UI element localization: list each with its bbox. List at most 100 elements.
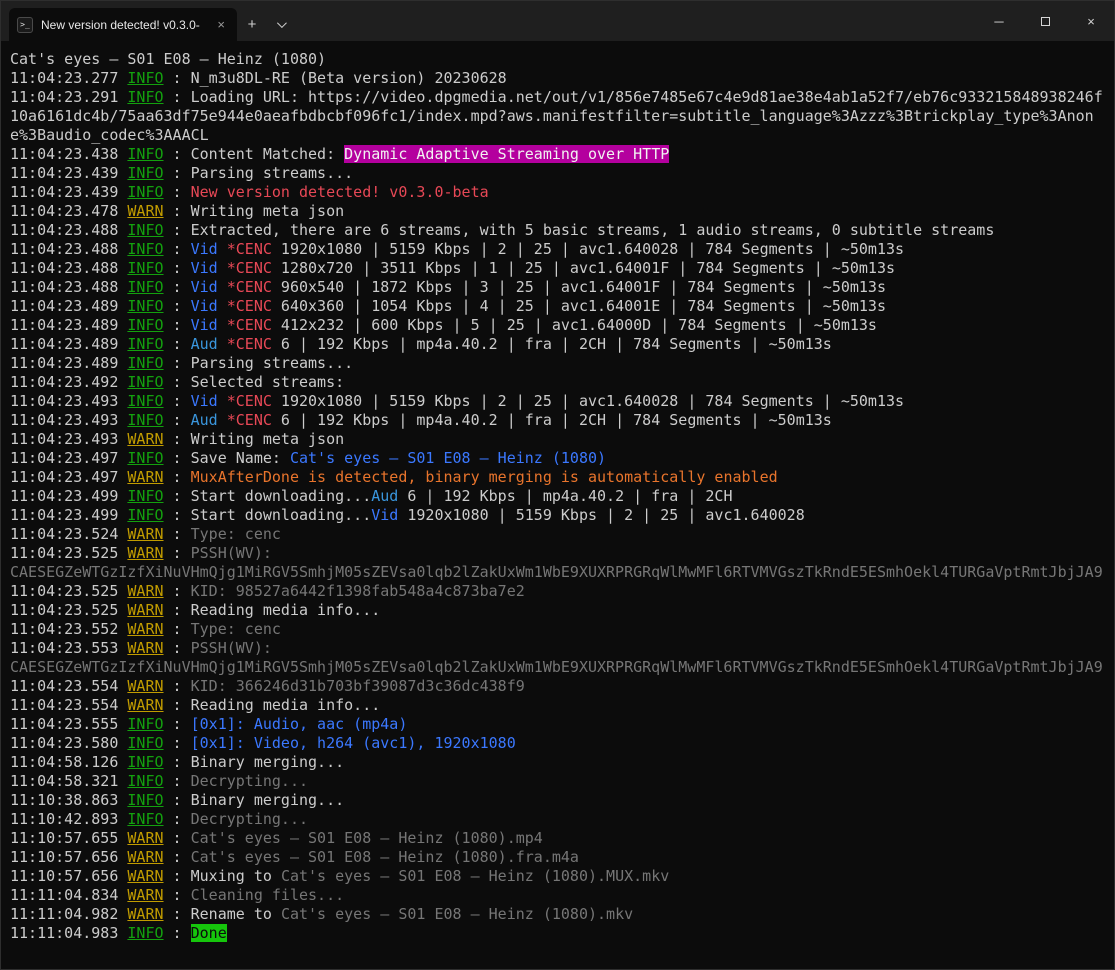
- log-segment: Type: cenc: [191, 620, 281, 638]
- log-segment: 11:10:57.656: [10, 848, 127, 866]
- log-line: 11:04:23.478 WARN : Writing meta json: [10, 202, 1106, 221]
- log-segment: 11:04:23.488: [10, 259, 127, 277]
- log-segment: Cat's eyes – S01 E08 – Heinz (1080).fra.…: [191, 848, 579, 866]
- minimize-button[interactable]: ─: [976, 1, 1022, 41]
- log-segment: : Parsing streams...: [164, 354, 354, 372]
- log-segment: 11:04:23.488: [10, 221, 127, 239]
- log-line: 11:10:38.863 INFO : Binary merging...: [10, 791, 1106, 810]
- terminal-output[interactable]: Cat's eyes – S01 E08 – Heinz (1080)11:04…: [1, 41, 1114, 969]
- log-segment: INFO: [127, 392, 163, 410]
- log-segment: Vid: [191, 259, 218, 277]
- log-segment: 11:04:23.499: [10, 506, 127, 524]
- log-segment: *CENC: [227, 411, 272, 429]
- log-segment: INFO: [127, 183, 163, 201]
- log-segment: 11:04:23.489: [10, 354, 127, 372]
- log-segment: :: [164, 734, 191, 752]
- log-segment: :: [164, 316, 191, 334]
- log-segment: Aud: [371, 487, 398, 505]
- log-segment: Dynamic Adaptive Streaming over HTTP: [344, 145, 669, 163]
- log-segment: 960x540 | 1872 Kbps | 3 | 25 | avc1.6400…: [272, 278, 886, 296]
- log-segment: :: [164, 297, 191, 315]
- log-segment: KID: 98527a6442f1398fab548a4c873ba7e2: [191, 582, 525, 600]
- log-line: 11:04:23.524 WARN : Type: cenc: [10, 525, 1106, 544]
- log-segment: INFO: [127, 715, 163, 733]
- log-line: 11:04:23.525 WARN : KID: 98527a6442f1398…: [10, 582, 1106, 601]
- log-segment: Vid: [191, 297, 218, 315]
- log-line: 11:04:58.321 INFO : Decrypting...: [10, 772, 1106, 791]
- log-segment: :: [164, 829, 191, 847]
- log-segment: :: [164, 278, 191, 296]
- tab-close-icon[interactable]: ×: [213, 16, 229, 33]
- log-segment: CAESEGZeWTGzIzfXiNuVHmQjg1MiRGV5SmhjM05s…: [10, 658, 1103, 676]
- log-segment: : Binary merging...: [164, 791, 345, 809]
- tab-active[interactable]: >_ New version detected! v0.3.0- ×: [9, 8, 237, 41]
- log-segment: 640x360 | 1054 Kbps | 4 | 25 | avc1.6400…: [272, 297, 886, 315]
- log-segment: WARN: [127, 677, 163, 695]
- maximize-button[interactable]: [1022, 1, 1068, 41]
- log-segment: 11:11:04.834: [10, 886, 127, 904]
- log-line: Cat's eyes – S01 E08 – Heinz (1080): [10, 50, 1106, 69]
- log-segment: :: [164, 240, 191, 258]
- log-segment: WARN: [127, 582, 163, 600]
- log-segment: 11:04:23.493: [10, 430, 127, 448]
- log-segment: INFO: [127, 297, 163, 315]
- log-segment: : Selected streams:: [164, 373, 345, 391]
- log-segment: 11:04:23.553: [10, 639, 127, 657]
- log-line: 11:04:23.525 WARN : PSSH(WV):: [10, 544, 1106, 563]
- log-line: 11:10:57.656 WARN : Muxing to Cat's eyes…: [10, 867, 1106, 886]
- log-segment: 11:04:23.525: [10, 544, 127, 562]
- log-line: 11:11:04.834 WARN : Cleaning files...: [10, 886, 1106, 905]
- log-segment: :: [164, 411, 191, 429]
- log-segment: PSSH(WV):: [191, 544, 281, 562]
- log-line: 11:04:58.126 INFO : Binary merging...: [10, 753, 1106, 772]
- log-segment: INFO: [127, 88, 163, 106]
- terminal-icon: >_: [17, 17, 33, 33]
- log-line: 11:04:23.489 INFO : Vid *CENC 640x360 | …: [10, 297, 1106, 316]
- log-segment: *CENC: [227, 297, 272, 315]
- log-segment: INFO: [127, 316, 163, 334]
- log-segment: INFO: [127, 810, 163, 828]
- log-segment: *CENC: [227, 240, 272, 258]
- log-segment: [218, 278, 227, 296]
- log-segment: 11:04:23.524: [10, 525, 127, 543]
- log-segment: Aud: [191, 411, 218, 429]
- log-segment: CAESEGZeWTGzIzfXiNuVHmQjg1MiRGV5SmhjM05s…: [10, 563, 1103, 581]
- new-tab-button[interactable]: +: [237, 8, 267, 41]
- log-segment: 11:04:23.493: [10, 392, 127, 410]
- log-segment: MuxAfterDone is detected, binary merging…: [191, 468, 778, 486]
- log-segment: 11:10:57.655: [10, 829, 127, 847]
- log-segment: Decrypting...: [191, 772, 308, 790]
- log-segment: Vid: [191, 392, 218, 410]
- log-segment: 11:04:23.291: [10, 88, 127, 106]
- log-segment: WARN: [127, 867, 163, 885]
- log-line: 11:04:23.277 INFO : N_m3u8DL-RE (Beta ve…: [10, 69, 1106, 88]
- log-segment: 1920x1080 | 5159 Kbps | 2 | 25 | avc1.64…: [398, 506, 804, 524]
- log-segment: :: [164, 886, 191, 904]
- log-segment: INFO: [127, 449, 163, 467]
- log-line: 11:10:57.656 WARN : Cat's eyes – S01 E08…: [10, 848, 1106, 867]
- terminal-window: >_ New version detected! v0.3.0- × + ─ ×…: [0, 0, 1115, 970]
- log-line: 11:04:23.554 WARN : Reading media info..…: [10, 696, 1106, 715]
- log-segment: WARN: [127, 886, 163, 904]
- log-segment: :: [164, 544, 191, 562]
- log-segment: : Save Name:: [164, 449, 290, 467]
- log-segment: 11:04:58.126: [10, 753, 127, 771]
- log-segment: : Rename to: [164, 905, 281, 923]
- log-segment: :: [164, 582, 191, 600]
- log-segment: : Binary merging...: [164, 753, 345, 771]
- log-segment: : Start downloading...: [164, 506, 372, 524]
- log-segment: 11:04:23.488: [10, 240, 127, 258]
- log-segment: 11:10:38.863: [10, 791, 127, 809]
- log-line: 11:11:04.983 INFO : Done: [10, 924, 1106, 943]
- log-line: 11:04:23.489 INFO : Parsing streams...: [10, 354, 1106, 373]
- tab-dropdown-button[interactable]: [267, 8, 293, 41]
- log-line: 11:04:23.439 INFO : New version detected…: [10, 183, 1106, 202]
- close-button[interactable]: ×: [1068, 1, 1114, 41]
- log-segment: Cat's eyes – S01 E08 – Heinz (1080): [10, 50, 326, 68]
- log-segment: INFO: [127, 221, 163, 239]
- log-line: 11:04:23.488 INFO : Vid *CENC 1280x720 |…: [10, 259, 1106, 278]
- log-segment: WARN: [127, 430, 163, 448]
- log-segment: 11:04:23.489: [10, 335, 127, 353]
- log-segment: : Writing meta json: [164, 430, 345, 448]
- tab-title: New version detected! v0.3.0-: [41, 18, 205, 32]
